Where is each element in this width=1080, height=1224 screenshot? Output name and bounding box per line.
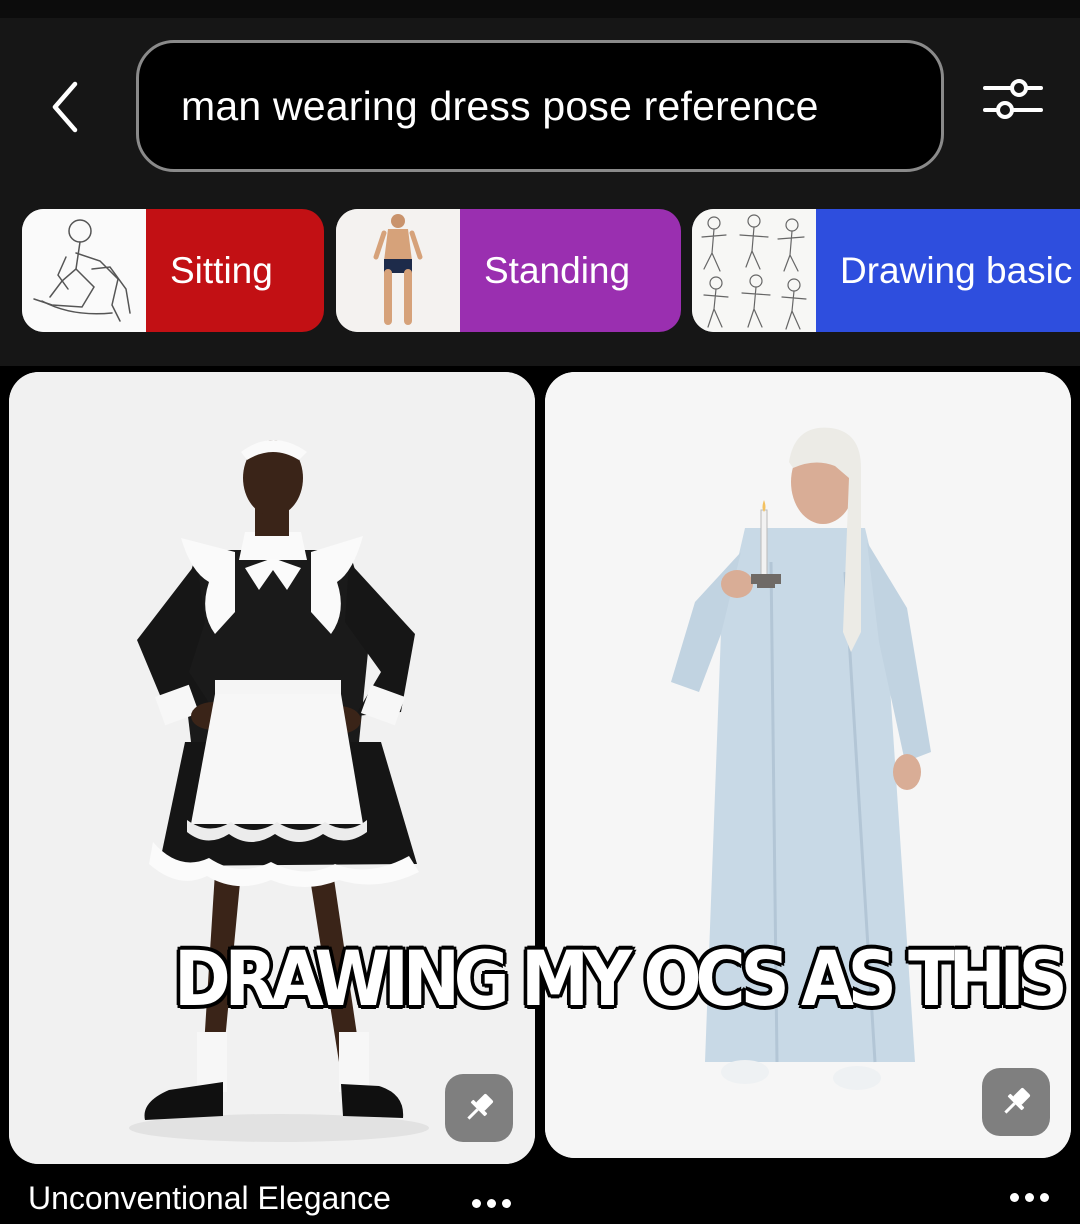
search-query-text: man wearing dress pose reference — [181, 82, 819, 129]
chip-thumbnail-sitting — [22, 209, 146, 332]
pin-image-nightgown — [545, 372, 1071, 1158]
ellipsis-icon — [1010, 1192, 1019, 1202]
pushpin-icon — [1004, 1087, 1031, 1114]
chip-sitting[interactable]: Sitting — [22, 209, 324, 332]
chip-standing[interactable]: Standing — [336, 209, 681, 332]
pin-quick-save-button[interactable] — [982, 1068, 1050, 1136]
pushpin-icon — [467, 1093, 494, 1120]
pin-board-title: Unconventional Elegance — [28, 1180, 391, 1216]
chip-label-standing: Standing — [460, 209, 681, 332]
ellipsis-icon — [472, 1198, 481, 1208]
sliders-filter-icon — [983, 79, 1043, 119]
pin-more-options-button[interactable] — [472, 1188, 511, 1218]
search-input[interactable]: man wearing dress pose reference — [136, 40, 944, 172]
pin-more-options-button[interactable] — [1010, 1182, 1049, 1212]
chevron-left-icon — [52, 81, 78, 133]
filter-button[interactable] — [980, 66, 1046, 132]
chip-label-sitting: Sitting — [146, 209, 324, 332]
chip-label-drawing-basic: Drawing basic — [816, 209, 1080, 332]
pin-quick-save-button[interactable] — [445, 1074, 513, 1142]
status-bar-strip — [0, 0, 1080, 18]
meme-caption: DRAWING MY OCS AS THIS — [174, 934, 1068, 1023]
chip-thumbnail-standing — [336, 209, 460, 332]
pin-image-maid-outfit — [9, 372, 535, 1164]
back-button[interactable] — [36, 78, 94, 136]
pin-card-maid-outfit[interactable] — [9, 372, 535, 1164]
chip-thumbnail-drawing-basic — [692, 209, 816, 332]
chip-drawing-basic[interactable]: Drawing basic — [692, 209, 1080, 332]
pin-card-nightgown[interactable] — [545, 372, 1071, 1158]
